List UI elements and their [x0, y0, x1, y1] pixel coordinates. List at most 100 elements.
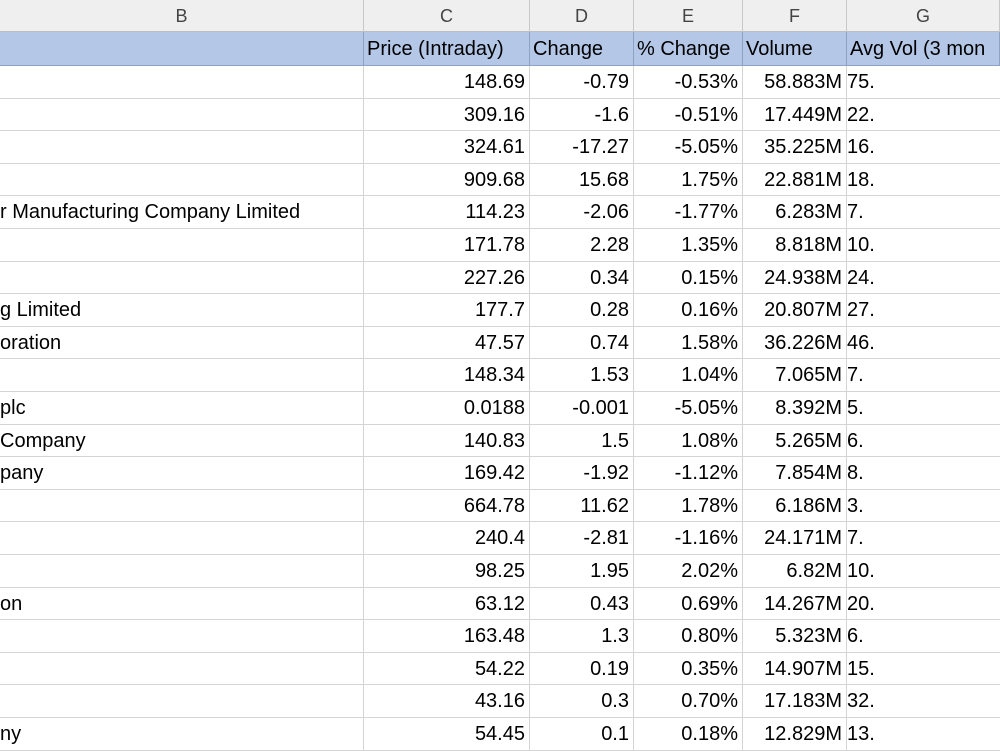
- cell-change[interactable]: 1.5: [530, 424, 634, 458]
- cell-pct-change[interactable]: 2.02%: [634, 555, 743, 588]
- cell-name[interactable]: [0, 685, 364, 718]
- cell-avg-vol[interactable]: 7.: [847, 522, 1000, 555]
- column-header-c[interactable]: C: [364, 0, 530, 32]
- cell-avg-vol[interactable]: 75.: [847, 66, 1000, 99]
- cell-pct-change[interactable]: 0.80%: [634, 620, 743, 653]
- cell-volume[interactable]: 6.186M: [743, 489, 847, 523]
- cell-name[interactable]: [0, 652, 364, 686]
- cell-change[interactable]: -1.6: [530, 98, 634, 132]
- cell-volume[interactable]: 22.881M: [743, 163, 847, 197]
- cell-pct-change[interactable]: 0.69%: [634, 587, 743, 621]
- cell-avg-vol[interactable]: 46.: [847, 327, 1000, 360]
- cell-volume[interactable]: 58.883M: [743, 66, 847, 99]
- header-cell-price[interactable]: Price (Intraday): [364, 32, 530, 66]
- cell-name[interactable]: on: [0, 587, 364, 621]
- cell-name[interactable]: [0, 489, 364, 523]
- cell-change[interactable]: 0.74: [530, 326, 634, 360]
- cell-volume[interactable]: 24.938M: [743, 261, 847, 295]
- cell-pct-change[interactable]: -0.51%: [634, 98, 743, 132]
- cell-price[interactable]: 54.45: [364, 718, 530, 751]
- cell-price[interactable]: 114.23: [364, 196, 530, 229]
- cell-avg-vol[interactable]: 8.: [847, 457, 1000, 490]
- cell-change[interactable]: 1.3: [530, 620, 634, 653]
- cell-change[interactable]: -0.79: [530, 66, 634, 99]
- cell-name[interactable]: ny: [0, 718, 364, 751]
- cell-name[interactable]: [0, 163, 364, 197]
- cell-pct-change[interactable]: 1.58%: [634, 326, 743, 360]
- cell-avg-vol[interactable]: 6.: [847, 425, 1000, 458]
- cell-pct-change[interactable]: 1.78%: [634, 489, 743, 523]
- cell-pct-change[interactable]: 0.35%: [634, 652, 743, 686]
- cell-name[interactable]: r Manufacturing Company Limited: [0, 196, 364, 229]
- cell-change[interactable]: -17.27: [530, 131, 634, 164]
- cell-avg-vol[interactable]: 18.: [847, 164, 1000, 197]
- cell-change[interactable]: 0.19: [530, 652, 634, 686]
- cell-name[interactable]: [0, 131, 364, 164]
- cell-change[interactable]: -0.001: [530, 392, 634, 425]
- cell-change[interactable]: 1.53: [530, 359, 634, 392]
- column-header-e[interactable]: E: [634, 0, 743, 32]
- cell-avg-vol[interactable]: 27.: [847, 294, 1000, 327]
- cell-change[interactable]: 1.95: [530, 555, 634, 588]
- cell-volume[interactable]: 8.818M: [743, 229, 847, 262]
- cell-change[interactable]: 2.28: [530, 229, 634, 262]
- cell-price[interactable]: 163.48: [364, 620, 530, 653]
- cell-change[interactable]: 0.28: [530, 294, 634, 327]
- cell-pct-change[interactable]: 1.75%: [634, 163, 743, 197]
- cell-price[interactable]: 0.0188: [364, 392, 530, 425]
- cell-name[interactable]: [0, 555, 364, 588]
- cell-name[interactable]: [0, 620, 364, 653]
- cell-volume[interactable]: 6.283M: [743, 196, 847, 229]
- cell-change[interactable]: -1.92: [530, 457, 634, 490]
- cell-volume[interactable]: 8.392M: [743, 392, 847, 425]
- cell-pct-change[interactable]: 0.15%: [634, 261, 743, 295]
- header-cell-volume[interactable]: Volume: [743, 32, 847, 66]
- cell-avg-vol[interactable]: 22.: [847, 99, 1000, 132]
- cell-volume[interactable]: 6.82M: [743, 555, 847, 588]
- cell-name[interactable]: [0, 359, 364, 392]
- cell-pct-change[interactable]: -5.05%: [634, 131, 743, 164]
- column-header-d[interactable]: D: [530, 0, 634, 32]
- cell-price[interactable]: 240.4: [364, 522, 530, 555]
- cell-price[interactable]: 324.61: [364, 131, 530, 164]
- cell-price[interactable]: 664.78: [364, 489, 530, 523]
- cell-volume[interactable]: 17.183M: [743, 685, 847, 718]
- cell-change[interactable]: -2.06: [530, 196, 634, 229]
- header-cell-avg-vol[interactable]: Avg Vol (3 mon: [847, 32, 1000, 66]
- cell-name[interactable]: Company: [0, 424, 364, 458]
- cell-name[interactable]: [0, 229, 364, 262]
- cell-volume[interactable]: 7.854M: [743, 457, 847, 490]
- cell-price[interactable]: 148.34: [364, 359, 530, 392]
- column-header-g[interactable]: G: [847, 0, 1000, 32]
- cell-price[interactable]: 148.69: [364, 66, 530, 99]
- header-cell-name[interactable]: [0, 32, 364, 66]
- cell-change[interactable]: 0.3: [530, 685, 634, 718]
- cell-change[interactable]: 11.62: [530, 489, 634, 523]
- header-cell-change[interactable]: Change: [530, 32, 634, 66]
- cell-volume[interactable]: 14.907M: [743, 652, 847, 686]
- cell-price[interactable]: 43.16: [364, 685, 530, 718]
- cell-volume[interactable]: 7.065M: [743, 359, 847, 392]
- cell-name[interactable]: [0, 66, 364, 99]
- cell-pct-change[interactable]: 0.16%: [634, 294, 743, 327]
- cell-pct-change[interactable]: -1.16%: [634, 522, 743, 555]
- cell-change[interactable]: 0.34: [530, 261, 634, 295]
- cell-name[interactable]: plc: [0, 392, 364, 425]
- cell-volume[interactable]: 36.226M: [743, 326, 847, 360]
- cell-pct-change[interactable]: 0.70%: [634, 685, 743, 718]
- cell-avg-vol[interactable]: 5.: [847, 392, 1000, 425]
- cell-pct-change[interactable]: 1.04%: [634, 359, 743, 392]
- cell-price[interactable]: 171.78: [364, 229, 530, 262]
- cell-change[interactable]: 15.68: [530, 163, 634, 197]
- column-header-f[interactable]: F: [743, 0, 847, 32]
- cell-avg-vol[interactable]: 7.: [847, 196, 1000, 229]
- cell-avg-vol[interactable]: 7.: [847, 359, 1000, 392]
- cell-price[interactable]: 140.83: [364, 424, 530, 458]
- cell-change[interactable]: 0.1: [530, 718, 634, 751]
- cell-name[interactable]: g Limited: [0, 294, 364, 327]
- cell-price[interactable]: 54.22: [364, 652, 530, 686]
- cell-pct-change[interactable]: -5.05%: [634, 392, 743, 425]
- cell-avg-vol[interactable]: 32.: [847, 685, 1000, 718]
- cell-volume[interactable]: 24.171M: [743, 522, 847, 555]
- column-header-b[interactable]: B: [0, 0, 364, 32]
